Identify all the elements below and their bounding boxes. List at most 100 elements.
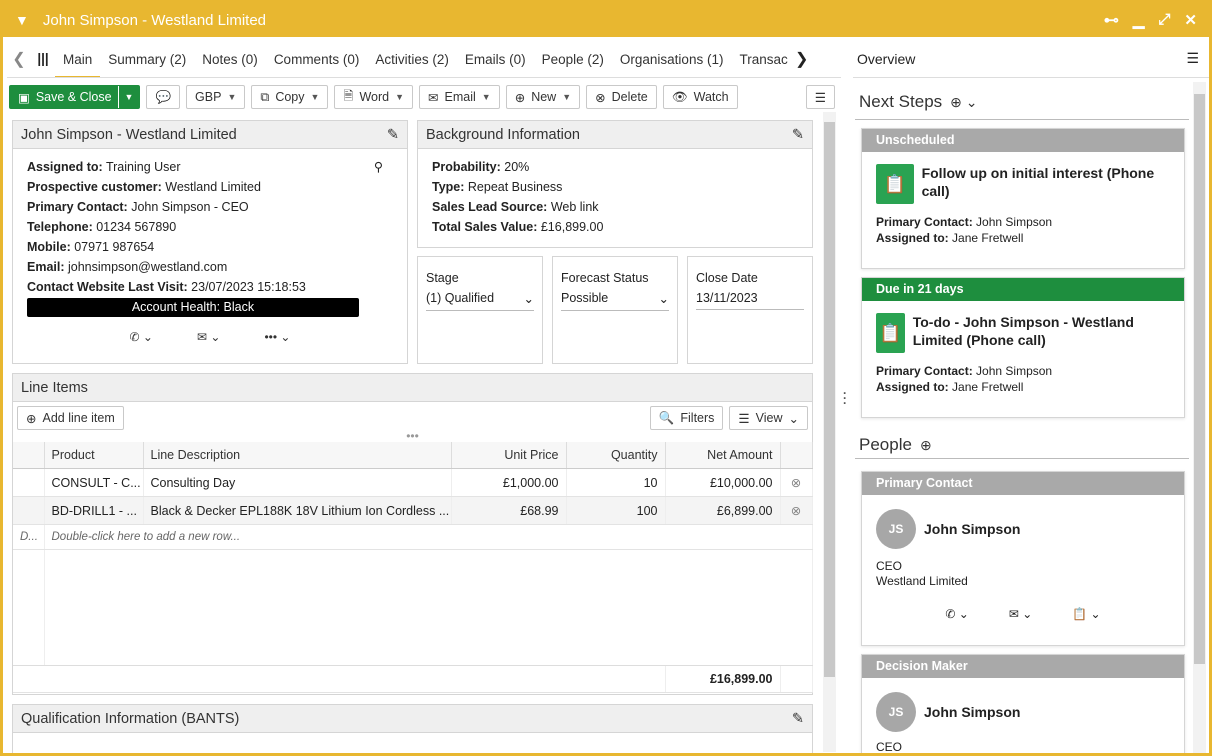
envelope-icon[interactable]: ✉ ⌄ <box>1009 607 1032 621</box>
add-step-icon[interactable]: ⊕ ⌄ <box>950 94 977 111</box>
overview-scrollbar[interactable] <box>1193 82 1206 753</box>
add-person-icon[interactable]: ⊕ <box>920 437 932 454</box>
person-card[interactable]: Primary Contact JS John Simpson CEO West… <box>861 471 1185 646</box>
step-header: Due in 21 days <box>862 278 1184 301</box>
eye-icon: 👁 <box>671 89 688 104</box>
prospective-customer[interactable]: Westland Limited <box>165 180 261 194</box>
delete-circle-icon: ⊗ <box>595 90 606 105</box>
main-pane: ❮ ||| Main Summary (2) Notes (0) Comment… <box>7 40 841 753</box>
close-icon[interactable]: ✕ <box>1184 11 1197 29</box>
chevron-down-icon: ▼ <box>562 92 572 102</box>
currency-select[interactable]: GBP ▼ <box>186 85 246 109</box>
col-description[interactable]: Line Description <box>143 442 452 469</box>
resize-handle[interactable]: ••• <box>13 430 812 442</box>
clipboard-icon[interactable]: 📋 ⌄ <box>1072 607 1100 621</box>
person-name[interactable]: John Simpson <box>924 704 1020 720</box>
overview-title: Overview <box>857 50 916 67</box>
remove-row-icon[interactable]: ⊗ <box>780 468 813 497</box>
new-row[interactable]: D... Double-click here to add a new row.… <box>13 524 813 550</box>
line-items-panel: Line Items ⊕ Add line item 🔍 Filters ☰ View… <box>12 373 813 695</box>
tab-emails[interactable]: Emails (0) <box>457 40 534 77</box>
maximize-icon[interactable]: ⤢ <box>1158 11 1170 29</box>
col-unit-price[interactable]: Unit Price <box>451 442 567 469</box>
phone-icon[interactable]: ✆ ⌄ <box>130 327 153 347</box>
splitter-handle[interactable]: · · · <box>843 387 847 409</box>
location-pin-icon[interactable]: ⚲ <box>374 157 383 177</box>
filter-icon: ▼ <box>15 12 29 28</box>
filters-button[interactable]: 🔍 Filters <box>649 406 724 430</box>
col-net-amount[interactable]: Net Amount <box>665 442 781 469</box>
crm-window: ▼ John Simpson - Westland Limited ⊷ ▁ ⤢ … <box>0 0 1212 756</box>
new-button[interactable]: ⊕ New ▼ <box>505 85 581 109</box>
comment-button[interactable]: 💬 <box>146 85 181 109</box>
overview-pane: Overview ☰ Next Steps ⊕ ⌄ Unscheduled 📋 … <box>853 40 1209 753</box>
chevron-down-icon[interactable]: ▼ <box>117 86 140 108</box>
tab-people[interactable]: People (2) <box>534 40 612 77</box>
clipboard-icon: 📋 <box>876 164 914 204</box>
tabs-left-arrow-icon[interactable]: ❮ <box>7 49 31 69</box>
chevron-down-icon: ⌄ <box>658 292 669 306</box>
word-doc-icon: 🗎 <box>343 88 354 103</box>
background-panel: Background Information ✎ Probability: 20%… <box>417 120 813 248</box>
email-button[interactable]: ✉ Email ▼ <box>419 85 500 109</box>
remove-row-icon[interactable]: ⊗ <box>780 496 813 525</box>
step-title[interactable]: Follow up on initial interest (Phone cal… <box>922 164 1170 204</box>
assigned-to: Training User <box>105 160 181 174</box>
list-icon: ☰ <box>738 411 750 426</box>
watch-button[interactable]: 👁 Watch <box>662 85 738 109</box>
tab-summary[interactable]: Summary (2) <box>100 40 194 77</box>
copy-button[interactable]: ⧉ Copy ▼ <box>251 85 329 109</box>
email-link[interactable]: johnsimpson@westland.com <box>68 260 227 274</box>
person-name[interactable]: John Simpson <box>924 521 1020 537</box>
panel-title: Qualification Information (BANTS) <box>21 710 240 727</box>
line-items-table: Product Line Description Unit Price Quan… <box>13 442 813 693</box>
edit-icon[interactable]: ✎ <box>387 127 399 143</box>
forecast-field: Forecast Status Possible ⌄ <box>552 256 678 364</box>
step-card[interactable]: Due in 21 days 📋 To-do - John Simpson - … <box>861 277 1185 418</box>
col-quantity[interactable]: Quantity <box>566 442 666 469</box>
close-date-input[interactable]: 13/11/2023 <box>696 291 804 310</box>
total-value: £16,899.00 <box>540 220 604 234</box>
tabs-right-arrow-icon[interactable]: ❯ <box>790 49 814 69</box>
tab-notes[interactable]: Notes (0) <box>194 40 266 77</box>
edit-icon[interactable]: ✎ <box>792 711 804 727</box>
plus-circle-icon: ⊕ <box>514 90 526 105</box>
primary-contact[interactable]: John Simpson - CEO <box>131 200 248 214</box>
word-button[interactable]: 🗎 Word ▼ <box>334 85 414 109</box>
contact-panel: John Simpson - Westland Limited ✎ Assigne… <box>12 120 408 364</box>
tab-organisations[interactable]: Organisations (1) <box>612 40 732 77</box>
person-card[interactable]: Decision Maker JS John Simpson CEO <box>861 654 1185 753</box>
phone-icon[interactable]: ✆ ⌄ <box>945 607 968 621</box>
telephone[interactable]: 01234 567890 <box>96 220 176 234</box>
edit-icon[interactable]: ✎ <box>792 127 804 143</box>
add-line-item-button[interactable]: ⊕ Add line item <box>17 406 124 430</box>
pin-icon[interactable]: ⊷ <box>1104 11 1119 29</box>
probability: 20% <box>504 160 530 174</box>
more-menu-button[interactable]: ☰ <box>805 85 835 109</box>
step-header: Unscheduled <box>862 129 1184 152</box>
save-icon: ▣ <box>18 90 30 105</box>
save-close-button[interactable]: ▣ Save & Close ▼ <box>9 85 141 109</box>
hamburger-icon[interactable]: ☰ <box>1186 50 1199 67</box>
stage-field: Stage (1) Qualified ⌄ <box>417 256 543 364</box>
tab-activities[interactable]: Activities (2) <box>367 40 457 77</box>
view-button[interactable]: ☰ View ⌄ <box>729 406 808 430</box>
column-layout-icon[interactable]: ||| <box>31 51 55 66</box>
delete-button[interactable]: ⊗ Delete <box>586 85 657 109</box>
more-dots-icon[interactable]: ••• ⌄ <box>264 327 290 347</box>
table-row[interactable]: BD-DRILL1 - ... Black & Decker EPL188K 1… <box>13 496 813 525</box>
tab-main[interactable]: Main <box>55 40 101 77</box>
main-scrollbar[interactable] <box>823 112 836 752</box>
envelope-icon[interactable]: ✉ ⌄ <box>197 327 220 347</box>
stage-select[interactable]: (1) Qualified ⌄ <box>426 291 534 311</box>
col-product[interactable]: Product <box>44 442 144 469</box>
forecast-select[interactable]: Possible ⌄ <box>561 291 669 311</box>
tab-comments[interactable]: Comments (0) <box>266 40 368 77</box>
step-card[interactable]: Unscheduled 📋 Follow up on initial inter… <box>861 128 1185 269</box>
chevron-down-icon: ⌄ <box>523 292 534 306</box>
minimize-icon[interactable]: ▁ <box>1133 11 1145 29</box>
tab-transactions[interactable]: Transac <box>731 40 789 77</box>
table-row[interactable]: CONSULT - C... Consulting Day £1,000.00 … <box>13 468 813 497</box>
step-title[interactable]: To-do - John Simpson - Westland Limited … <box>913 313 1170 353</box>
mobile[interactable]: 07971 987654 <box>74 240 154 254</box>
